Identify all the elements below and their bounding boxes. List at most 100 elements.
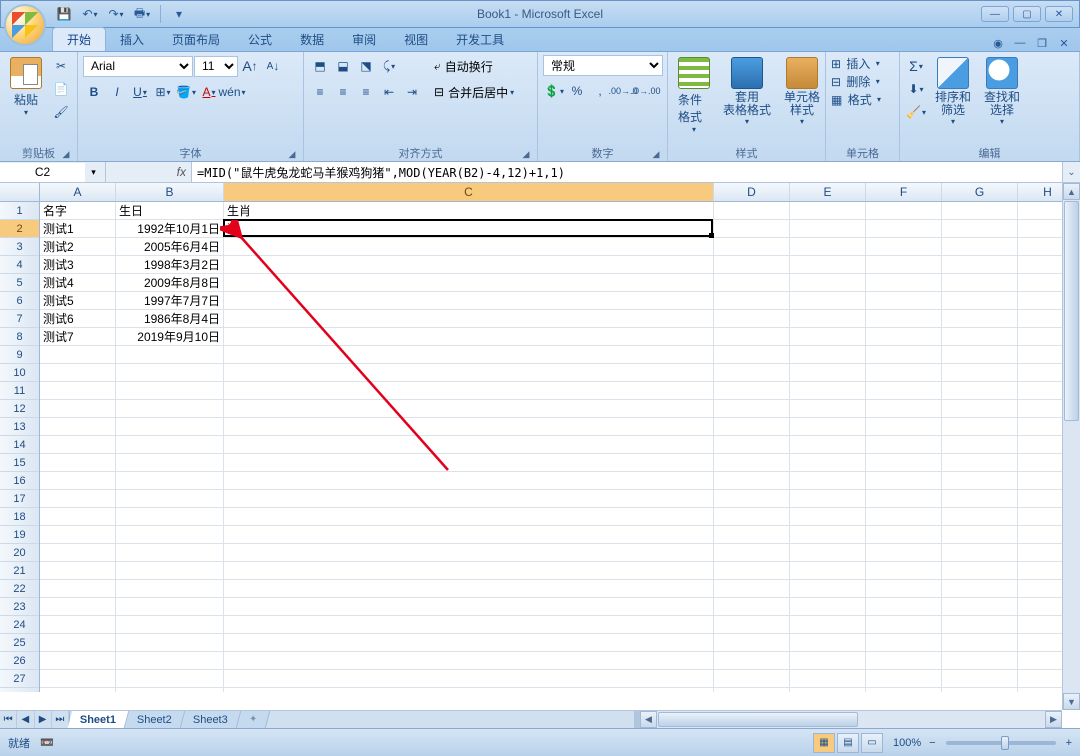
row-header[interactable]: 5 [0, 274, 39, 292]
cell-E14[interactable] [790, 436, 866, 453]
sort-filter-button[interactable]: 排序和 筛选▾ [930, 55, 976, 128]
row-header[interactable]: 19 [0, 526, 39, 544]
cell-D20[interactable] [714, 544, 790, 561]
doc-restore-button[interactable]: ❐ [1034, 35, 1050, 51]
cell-C18[interactable] [224, 508, 714, 525]
cell-G4[interactable] [942, 256, 1018, 273]
cell-D24[interactable] [714, 616, 790, 633]
cell-C20[interactable] [224, 544, 714, 561]
scroll-up-button[interactable]: ▲ [1063, 183, 1080, 200]
cell-A28[interactable] [40, 688, 116, 692]
cell-B23[interactable] [116, 598, 224, 615]
name-box[interactable] [0, 163, 85, 182]
cell-G18[interactable] [942, 508, 1018, 525]
cell-B4[interactable]: 1998年3月2日 [116, 256, 224, 273]
cell-E16[interactable] [790, 472, 866, 489]
cell-E11[interactable] [790, 382, 866, 399]
cell-G22[interactable] [942, 580, 1018, 597]
cell-E2[interactable] [790, 220, 866, 237]
cell-G23[interactable] [942, 598, 1018, 615]
cell-C17[interactable] [224, 490, 714, 507]
cell-G21[interactable] [942, 562, 1018, 579]
bold-button[interactable]: B [83, 81, 105, 103]
cell-D16[interactable] [714, 472, 790, 489]
underline-button[interactable]: U [129, 81, 151, 103]
tab-insert[interactable]: 插入 [106, 28, 158, 51]
cell-D27[interactable] [714, 670, 790, 687]
cell-G8[interactable] [942, 328, 1018, 345]
row-header[interactable]: 10 [0, 364, 39, 382]
cell-E3[interactable] [790, 238, 866, 255]
zoom-slider[interactable] [946, 741, 1056, 745]
row-header[interactable]: 23 [0, 598, 39, 616]
decrease-decimal-button[interactable]: .0→.00 [635, 80, 657, 102]
cell-A19[interactable] [40, 526, 116, 543]
cell-B25[interactable] [116, 634, 224, 651]
cell-E20[interactable] [790, 544, 866, 561]
shrink-font-button[interactable]: A↓ [262, 55, 284, 77]
cell-G12[interactable] [942, 400, 1018, 417]
cell-G25[interactable] [942, 634, 1018, 651]
row-header[interactable]: 9 [0, 346, 39, 364]
cell-F15[interactable] [866, 454, 942, 471]
number-format-select[interactable]: 常规 [543, 55, 663, 76]
cell-E21[interactable] [790, 562, 866, 579]
row-header[interactable]: 14 [0, 436, 39, 454]
font-size-select[interactable]: 11 [194, 56, 238, 77]
cell-B3[interactable]: 2005年6月4日 [116, 238, 224, 255]
tab-view[interactable]: 视图 [390, 28, 442, 51]
cell-E24[interactable] [790, 616, 866, 633]
scroll-thumb-horizontal[interactable] [658, 712, 858, 727]
cell-D9[interactable] [714, 346, 790, 363]
cell-A13[interactable] [40, 418, 116, 435]
cell-D28[interactable] [714, 688, 790, 692]
cell-C19[interactable] [224, 526, 714, 543]
font-launcher[interactable]: ◢ [286, 149, 298, 161]
cell-A9[interactable] [40, 346, 116, 363]
autosum-button[interactable]: Σ [905, 55, 927, 77]
row-header[interactable]: 6 [0, 292, 39, 310]
horizontal-scrollbar[interactable]: ◀ ▶ [640, 710, 1062, 728]
cell-B5[interactable]: 2009年8月8日 [116, 274, 224, 291]
table-style-button[interactable]: 套用 表格格式▾ [718, 55, 776, 128]
cell-C14[interactable] [224, 436, 714, 453]
number-launcher[interactable]: ◢ [650, 149, 662, 161]
cell-C10[interactable] [224, 364, 714, 381]
cell-B28[interactable] [116, 688, 224, 692]
cell-G26[interactable] [942, 652, 1018, 669]
qat-customize[interactable]: ▾ [168, 4, 190, 24]
cell-F14[interactable] [866, 436, 942, 453]
cell-C27[interactable] [224, 670, 714, 687]
cell-A27[interactable] [40, 670, 116, 687]
cell-B9[interactable] [116, 346, 224, 363]
row-header[interactable]: 28 [0, 688, 39, 692]
cell-F9[interactable] [866, 346, 942, 363]
cell-F27[interactable] [866, 670, 942, 687]
cell-A1[interactable]: 名字 [40, 202, 116, 219]
cell-D25[interactable] [714, 634, 790, 651]
orientation-button[interactable]: ⤹ [378, 55, 400, 77]
cell-E25[interactable] [790, 634, 866, 651]
cell-A24[interactable] [40, 616, 116, 633]
cell-B7[interactable]: 1986年8月4日 [116, 310, 224, 327]
cell-B14[interactable] [116, 436, 224, 453]
currency-button[interactable]: 💲 [543, 80, 565, 102]
cell-G1[interactable] [942, 202, 1018, 219]
cell-F12[interactable] [866, 400, 942, 417]
cell-D1[interactable] [714, 202, 790, 219]
cell-F18[interactable] [866, 508, 942, 525]
delete-cells-button[interactable]: ⊟ 删除 ▾ [831, 73, 880, 90]
cell-E13[interactable] [790, 418, 866, 435]
cell-G3[interactable] [942, 238, 1018, 255]
scroll-left-button[interactable]: ◀ [640, 711, 657, 728]
tab-developer[interactable]: 开发工具 [442, 28, 518, 51]
row-header[interactable]: 3 [0, 238, 39, 256]
cell-F6[interactable] [866, 292, 942, 309]
cell-F28[interactable] [866, 688, 942, 692]
cell-F17[interactable] [866, 490, 942, 507]
cell-A25[interactable] [40, 634, 116, 651]
row-header[interactable]: 8 [0, 328, 39, 346]
find-select-button[interactable]: 查找和 选择▾ [979, 55, 1025, 128]
grow-font-button[interactable]: A↑ [239, 55, 261, 77]
cell-B16[interactable] [116, 472, 224, 489]
